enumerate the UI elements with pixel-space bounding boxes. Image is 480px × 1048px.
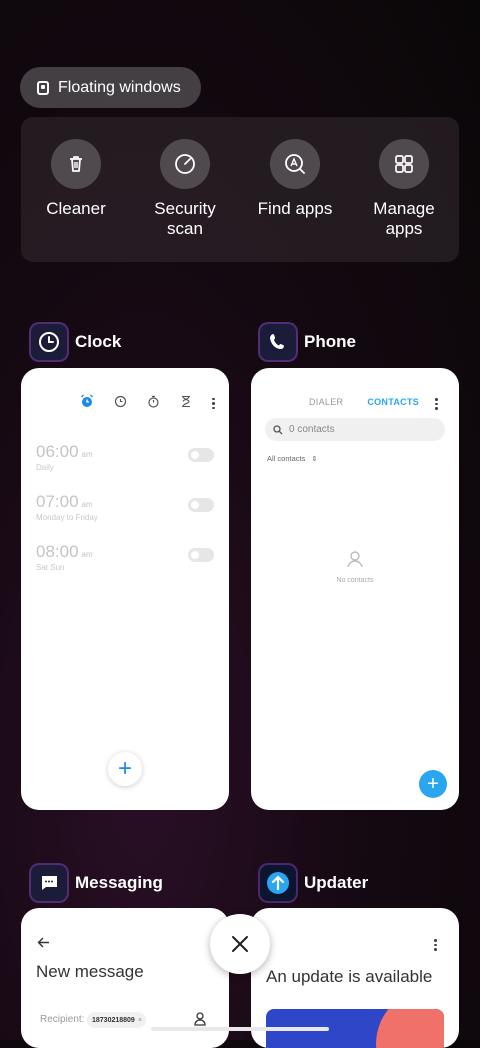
alarm-row[interactable]: 07:00 am Monday to Friday: [36, 492, 214, 532]
security-scan-icon: [160, 139, 210, 189]
updater-icon: [258, 863, 298, 903]
recipient-label: Recipient:: [40, 1014, 85, 1025]
messaging-app-header[interactable]: Messaging: [29, 863, 163, 903]
alarm-time: 07:00: [36, 492, 79, 511]
alarm-toggle[interactable]: [188, 448, 214, 462]
find-apps-label: Find apps: [257, 199, 333, 218]
find-apps-icon: [270, 139, 320, 189]
search-icon: [273, 424, 283, 434]
clock-more-icon[interactable]: [212, 397, 215, 410]
update-title: An update is available: [266, 967, 433, 986]
empty-contacts: No contacts: [251, 549, 459, 584]
empty-text: No contacts: [336, 577, 374, 584]
contacts-filter[interactable]: All contacts ⇕: [267, 454, 317, 463]
alarm-row[interactable]: 06:00 am Daily: [36, 442, 214, 482]
alarm-ampm: am: [81, 450, 93, 459]
phone-app-name: Phone: [304, 332, 356, 351]
phone-tabs: DIALER CONTACTS: [309, 397, 419, 407]
alarm-toggle[interactable]: [188, 548, 214, 562]
banner-decoration: [376, 1009, 444, 1048]
updater-app-header[interactable]: Updater: [258, 863, 368, 903]
clock-app-card[interactable]: 06:00 am Daily 07:00 am Monday to Friday 0…: [21, 368, 229, 810]
security-scan-tool[interactable]: Security scan: [130, 139, 240, 239]
phone-app-card[interactable]: DIALER CONTACTS 0 contacts All contacts ⇕…: [251, 368, 459, 810]
phone-icon: [258, 322, 298, 362]
add-contact-button[interactable]: +: [419, 770, 447, 798]
close-icon: [232, 936, 248, 952]
filter-arrows-icon: ⇕: [311, 456, 318, 463]
alarm-repeat: Daily: [36, 463, 54, 472]
security-scan-label: Security scan: [154, 199, 216, 238]
world-clock-tab-icon[interactable]: [114, 395, 127, 413]
clock-app-header[interactable]: Clock: [29, 322, 121, 362]
phone-more-icon[interactable]: [435, 398, 438, 410]
alarm-toggle[interactable]: [188, 498, 214, 512]
add-alarm-button[interactable]: +: [108, 752, 142, 786]
person-icon: [347, 551, 363, 568]
alarm-tab-icon[interactable]: [80, 394, 94, 413]
filter-label: All contacts: [267, 454, 306, 463]
chip-remove-icon[interactable]: ×: [138, 1017, 142, 1024]
home-indicator[interactable]: [151, 1027, 329, 1031]
timer-tab-icon[interactable]: [180, 395, 192, 413]
tab-dialer[interactable]: DIALER: [309, 397, 343, 407]
manage-apps-label: Manage apps: [373, 199, 435, 238]
recipient-chip-text: 18730218809: [92, 1016, 135, 1024]
floating-window-icon: [37, 80, 49, 95]
floating-windows-label: Floating windows: [58, 78, 181, 96]
alarm-repeat: Sat Sun: [36, 563, 65, 572]
cleaner-label: Cleaner: [46, 199, 106, 218]
alarm-ampm: am: [81, 500, 93, 509]
add-contact-icon[interactable]: [194, 1012, 206, 1026]
new-message-title: New message: [36, 962, 144, 981]
find-apps-tool[interactable]: Find apps: [240, 139, 350, 219]
manage-apps-icon: [379, 139, 429, 189]
alarm-time: 06:00: [36, 442, 79, 461]
alarm-time: 08:00: [36, 542, 79, 561]
clock-icon: [29, 322, 69, 362]
search-placeholder: 0 contacts: [289, 424, 335, 435]
alarm-ampm: am: [81, 550, 93, 559]
updater-app-name: Updater: [304, 873, 369, 892]
contacts-search-input[interactable]: 0 contacts: [265, 418, 445, 441]
clock-app-name: Clock: [75, 332, 122, 351]
tab-contacts[interactable]: CONTACTS: [367, 397, 419, 407]
floating-windows-button[interactable]: Floating windows: [20, 67, 201, 108]
quick-tools-panel: Cleaner Security scan Find apps Manage a…: [21, 117, 459, 262]
trash-icon: [51, 139, 101, 189]
manage-apps-tool[interactable]: Manage apps: [349, 139, 459, 239]
messaging-app-name: Messaging: [75, 873, 163, 892]
phone-app-header[interactable]: Phone: [258, 322, 356, 362]
back-arrow-icon[interactable]: [37, 937, 50, 948]
cleaner-tool[interactable]: Cleaner: [21, 139, 131, 219]
clock-tabs: [80, 394, 215, 413]
stopwatch-tab-icon[interactable]: [147, 395, 160, 413]
alarm-repeat: Monday to Friday: [36, 513, 98, 522]
messaging-icon: [29, 863, 69, 903]
clear-all-button[interactable]: [210, 914, 270, 974]
alarm-row[interactable]: 08:00 am Sat Sun: [36, 542, 214, 582]
recipient-chip[interactable]: 18730218809 ×: [87, 1012, 146, 1028]
updater-more-icon[interactable]: [434, 939, 437, 951]
